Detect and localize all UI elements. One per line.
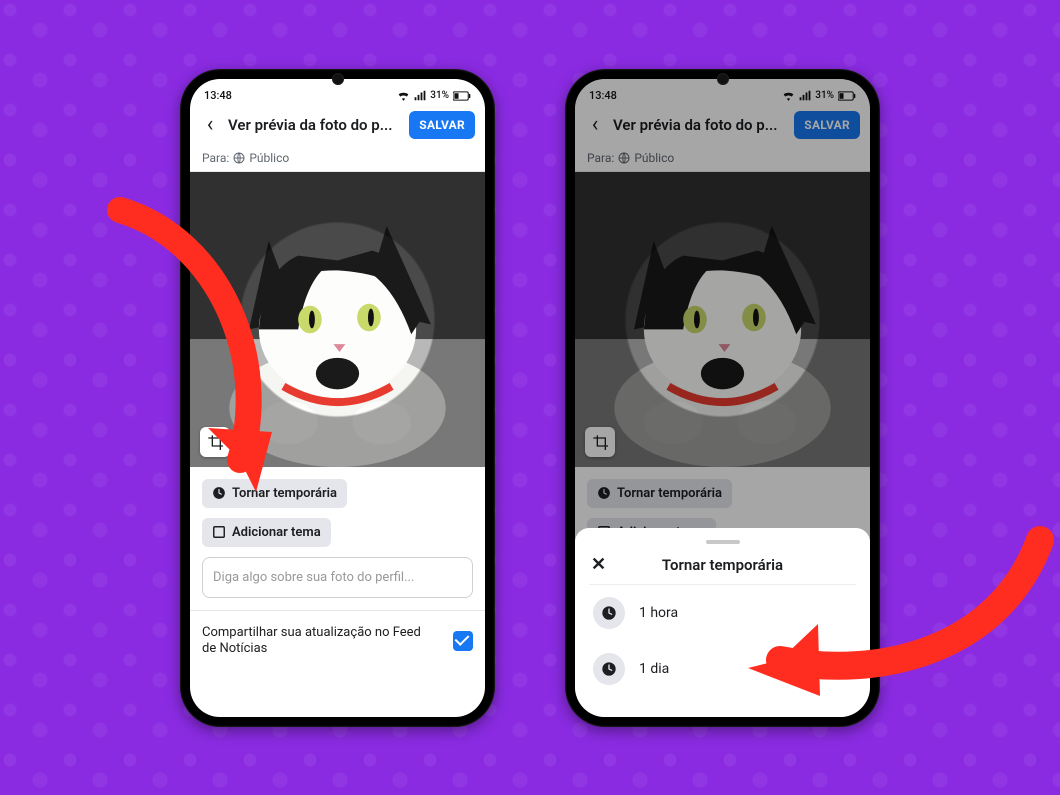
status-time: 13:48 (204, 89, 232, 102)
caption-placeholder: Diga algo sobre sua foto do perfil... (213, 570, 414, 585)
temporary-duration-sheet: ✕ Tornar temporária 1 hora 1 dia (575, 528, 870, 717)
sheet-grabber[interactable] (706, 540, 740, 544)
duration-option-label: 1 hora (639, 605, 678, 621)
phone-left: 13:48 31% ‹ Ver prévia da foto do p... S… (180, 69, 495, 727)
crop-icon (207, 434, 223, 450)
share-to-feed-checkbox[interactable] (453, 631, 473, 651)
duration-option-1-dia[interactable]: 1 dia (589, 641, 856, 697)
screen-left: 13:48 31% ‹ Ver prévia da foto do p... S… (190, 79, 485, 717)
make-temporary-chip[interactable]: Tornar temporária (202, 479, 347, 508)
save-button[interactable]: SALVAR (409, 111, 475, 139)
status-right-cluster: 31% (397, 90, 471, 101)
globe-icon (233, 152, 245, 164)
audience-value: Público (249, 151, 289, 165)
add-theme-chip[interactable]: Adicionar tema (202, 518, 331, 547)
options-area: Tornar temporária Adicionar tema Diga al… (190, 467, 485, 610)
screen-right: 13:48 31% ‹ Ver prévia da foto do p... S… (575, 79, 870, 717)
battery-percent: 31% (430, 90, 449, 101)
circular-crop-overlay (190, 172, 485, 467)
clock-icon (593, 597, 625, 629)
camera-notch (717, 73, 729, 85)
sheet-title: Tornar temporária (662, 556, 783, 574)
app-header: ‹ Ver prévia da foto do p... SALVAR (190, 103, 485, 147)
make-temporary-label: Tornar temporária (232, 486, 337, 501)
battery-icon (453, 91, 471, 101)
share-to-feed-label: Compartilhar sua atualização no Feed de … (202, 625, 422, 659)
crop-button[interactable] (200, 427, 230, 457)
clock-icon (212, 486, 226, 500)
signal-icon (414, 90, 426, 101)
camera-notch (332, 73, 344, 85)
clock-icon (593, 653, 625, 685)
add-theme-label: Adicionar tema (232, 525, 321, 540)
sheet-close-button[interactable]: ✕ (591, 554, 606, 575)
audience-prefix: Para: (202, 151, 229, 165)
profile-photo-preview[interactable] (190, 172, 485, 467)
back-button[interactable]: ‹ (200, 112, 220, 137)
duration-option-label: 1 dia (639, 661, 669, 677)
share-to-feed-row[interactable]: Compartilhar sua atualização no Feed de … (190, 611, 485, 675)
wifi-icon (397, 90, 410, 101)
audience-row[interactable]: Para: Público (190, 147, 485, 172)
page-title: Ver prévia da foto do p... (228, 116, 401, 134)
caption-input[interactable]: Diga algo sobre sua foto do perfil... (202, 557, 473, 598)
duration-option-1-hora[interactable]: 1 hora (589, 585, 856, 641)
phone-right: 13:48 31% ‹ Ver prévia da foto do p... S… (565, 69, 880, 727)
frame-icon (212, 525, 226, 539)
